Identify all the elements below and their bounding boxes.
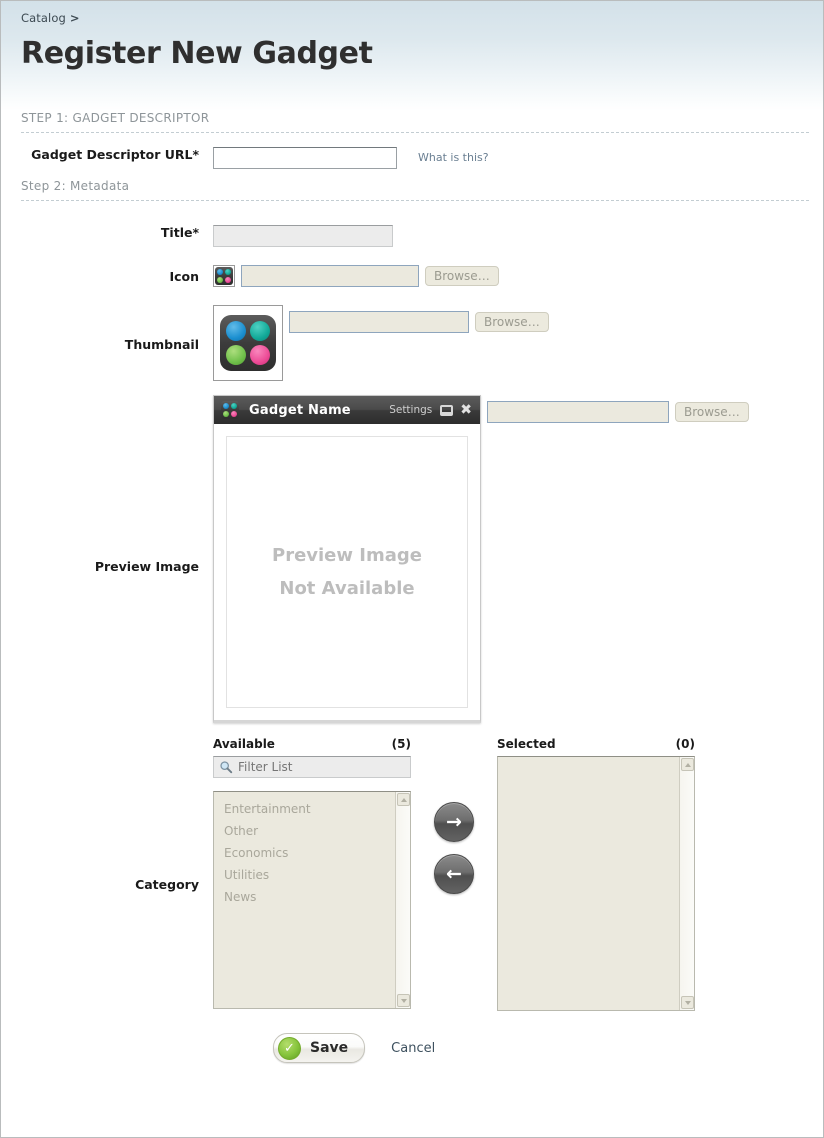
scroll-up-icon[interactable] [681,758,694,771]
add-category-button[interactable]: → [434,802,474,842]
what-is-this-link[interactable]: What is this? [418,151,489,164]
check-icon: ✓ [278,1036,301,1060]
icon-browse-button[interactable]: Browse… [425,266,499,286]
gadget-preview-body: Preview Image Not Available [214,424,480,720]
form-footer: ✓ Save Cancel [1,1011,823,1063]
register-gadget-page: Catalog > Register New Gadget STEP 1: GAD… [0,0,824,1138]
preview-image-file-input[interactable] [487,401,669,423]
list-item[interactable]: News [214,886,410,908]
available-count: (5) [391,737,411,751]
icon-dot-blue [217,269,223,275]
gadget-preview-window: Gadget Name Settings ✖ Preview Image Not… [213,395,481,723]
selected-list-items [498,757,694,763]
step-2-divider [21,200,809,201]
title-label: Title* [160,225,199,240]
preview-placeholder-line1: Preview Image [272,545,422,566]
save-button-label: Save [310,1040,349,1056]
selected-count: (0) [675,737,695,751]
list-item[interactable]: Other [214,820,410,842]
available-header: Available (5) [213,737,411,756]
thumbnail-preview [213,305,283,381]
thumb-dot-green [226,344,246,365]
icon-dot-green [217,276,223,283]
close-icon[interactable]: ✖ [460,403,472,417]
field-row-descriptor-url: Gadget Descriptor URL* What is this? [1,147,823,169]
picker-arrow-buttons: → ← [411,737,497,894]
arrow-left-icon: ← [446,862,462,885]
selected-listbox[interactable] [497,756,695,1011]
titlebar-dot-blue [223,403,229,409]
icon-preview [213,265,235,287]
available-column: Available (5) Entertainment Other [213,737,411,1009]
selected-scrollbar[interactable] [679,757,694,1010]
available-listbox[interactable]: Entertainment Other Economics Utilities … [213,791,411,1009]
preview-image-label: Preview Image [94,559,199,574]
title-input[interactable] [213,225,393,247]
preview-placeholder-line2: Not Available [279,578,415,599]
breadcrumb-catalog-link[interactable]: Catalog [21,11,66,25]
field-row-category: Category Available (5) Filter List Enter… [1,737,823,1011]
selected-header: Selected (0) [497,737,695,756]
gadget-icon-small [221,401,239,419]
thumbnail-file-input[interactable] [289,311,469,333]
remove-category-button[interactable]: ← [434,854,474,894]
arrow-right-icon: → [446,810,462,833]
field-row-preview-image: Preview Image Gadget Name Settings ✖ Pre… [1,395,823,723]
field-row-title: Title* [1,225,823,247]
step-1-divider [21,132,809,133]
field-row-thumbnail: Thumbnail Browse… [1,305,823,381]
preview-image-browse-button[interactable]: Browse… [675,402,749,422]
breadcrumb-separator: > [69,11,80,25]
filter-list-input[interactable] [213,756,411,778]
gadget-settings-link[interactable]: Settings [389,404,432,416]
category-label: Category [135,877,199,892]
scroll-down-icon[interactable] [681,996,694,1009]
selected-heading: Selected [497,737,556,751]
icon-file-input[interactable] [241,265,419,287]
minimize-icon[interactable] [440,404,454,416]
step-2-heading: Step 2: Metadata [21,179,809,197]
page-header: Catalog > Register New Gadget [1,1,823,111]
save-button[interactable]: ✓ Save [273,1033,366,1063]
gadget-preview-titlebar: Gadget Name Settings ✖ [214,396,480,424]
icon-dot-pink [224,276,231,283]
cancel-button[interactable]: Cancel [391,1041,435,1056]
step-2-label: Step 2: Metadata [21,179,130,193]
list-item[interactable]: Utilities [214,864,410,886]
step-1-heading: STEP 1: GADGET DESCRIPTOR [21,111,809,129]
list-item[interactable]: Entertainment [214,798,410,820]
list-item[interactable]: Economics [214,842,410,864]
search-icon [220,761,233,774]
gadget-icon-large [220,315,276,371]
thumbnail-browse-button[interactable]: Browse… [475,312,549,332]
field-row-icon: Icon Browse… [1,265,823,287]
titlebar-dot-pink [230,410,237,417]
titlebar-dot-teal [230,403,237,409]
page-title: Register New Gadget [21,36,373,71]
thumbnail-label: Thumbnail [124,337,199,352]
filter-wrap [213,756,411,778]
available-list-items: Entertainment Other Economics Utilities … [214,792,410,908]
descriptor-url-label: Gadget Descriptor URL* [31,147,199,162]
breadcrumb: Catalog > [21,11,823,25]
scroll-up-icon[interactable] [397,793,410,806]
selected-column: Selected (0) [497,737,695,1011]
gadget-icon [215,267,233,285]
thumb-dot-pink [249,344,270,365]
thumb-dot-teal [249,321,270,341]
category-picker: Available (5) Entertainment Other [213,737,823,1011]
icon-dot-teal [224,269,231,275]
descriptor-url-input[interactable] [213,147,397,169]
available-scrollbar[interactable] [395,792,410,1008]
preview-image-placeholder: Preview Image Not Available [226,436,468,708]
step-1-label: STEP 1: GADGET DESCRIPTOR [21,111,210,125]
icon-label: Icon [169,268,199,284]
titlebar-dot-green [223,410,229,417]
thumb-dot-blue [226,321,246,341]
available-heading: Available [213,737,275,751]
gadget-preview-title: Gadget Name [249,402,351,418]
scroll-down-icon[interactable] [397,994,410,1007]
